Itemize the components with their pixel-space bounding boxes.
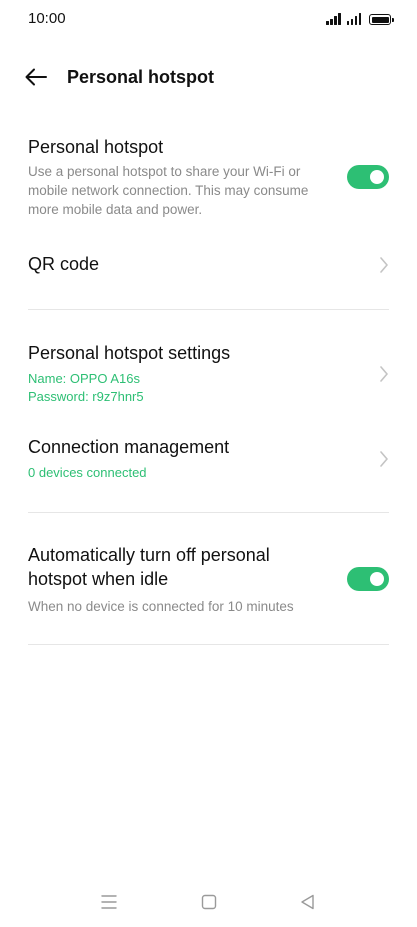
page-title: Personal hotspot [67, 67, 215, 87]
chevron-right-icon [380, 257, 388, 273]
hotspot-settings-row[interactable]: Personal hotspot settings Name: OPPO A16… [28, 341, 389, 407]
divider [28, 512, 389, 513]
qr-code-row[interactable]: QR code [28, 252, 389, 278]
chevron-right-icon [380, 451, 388, 467]
signal-icon [346, 13, 361, 25]
menu-icon [101, 895, 117, 909]
chevron-right-icon [380, 366, 388, 382]
divider [28, 309, 389, 310]
auto-off-title: Automatically turn off personal hotspot … [28, 545, 270, 589]
signal-icon [326, 13, 341, 25]
devices-connected: 0 devices connected [28, 465, 147, 480]
nav-home-button[interactable] [199, 892, 219, 912]
hotspot-name: Name: OPPO A16s [28, 371, 140, 386]
square-home-icon [201, 894, 217, 910]
arrow-left-icon [25, 68, 47, 86]
auto-off-description: When no device is connected for 10 minut… [28, 599, 294, 614]
toggle-knob [370, 170, 384, 184]
toggle-knob [370, 572, 384, 586]
battery-icon [369, 14, 394, 25]
nav-menu-button[interactable] [99, 892, 119, 912]
nav-back-button[interactable] [298, 892, 318, 912]
status-time: 10:00 [28, 10, 66, 27]
divider [28, 644, 389, 645]
triangle-back-icon [301, 894, 314, 910]
navigation-bar [0, 880, 417, 924]
hotspot-toggle[interactable] [347, 165, 389, 189]
status-icons [326, 11, 394, 25]
settings-title: Personal hotspot settings [28, 343, 231, 363]
auto-off-row[interactable]: Automatically turn off personal hotspot … [28, 543, 389, 619]
connection-title: Connection management [28, 437, 230, 457]
hotspot-toggle-row[interactable]: Personal hotspot Use a personal hotspot … [28, 135, 389, 225]
status-bar: 10:00 [0, 0, 417, 36]
hotspot-description: Use a personal hotspot to share your Wi-… [28, 164, 309, 217]
hotspot-title: Personal hotspot [28, 137, 164, 157]
back-button[interactable] [22, 65, 50, 89]
auto-off-toggle[interactable] [347, 567, 389, 591]
connection-management-row[interactable]: Connection management 0 devices connecte… [28, 435, 389, 483]
hotspot-password: Password: r9z7hnr5 [28, 389, 144, 404]
header: Personal hotspot [0, 56, 417, 100]
qr-code-title: QR code [28, 254, 100, 274]
